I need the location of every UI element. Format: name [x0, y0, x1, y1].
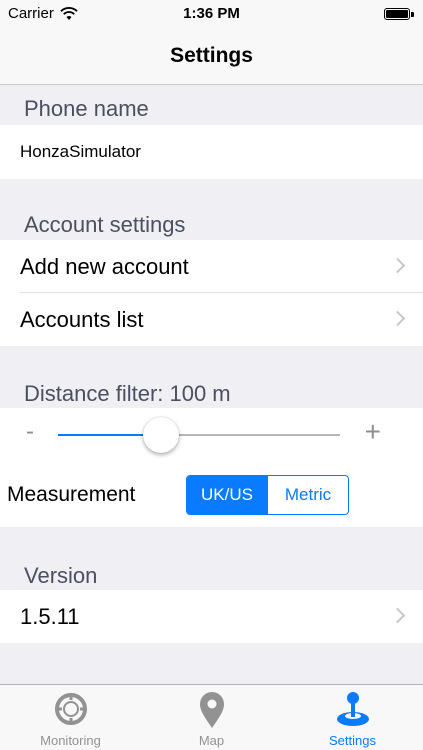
status-bar: Carrier 1:36 PM: [0, 0, 423, 28]
map-pin-icon: [197, 691, 227, 734]
page-title: Settings: [170, 44, 253, 67]
phone-name-group: HonzaSimulator: [0, 125, 423, 179]
account-settings-group: Add new account Accounts list: [0, 240, 423, 346]
crosshair-icon: [53, 691, 89, 732]
measurement-segmented-control: UK/US Metric: [186, 475, 349, 515]
version-value: 1.5.11: [20, 603, 80, 629]
account-settings-header: Account settings: [24, 212, 186, 237]
version-group: 1.5.11: [0, 590, 423, 643]
uk-us-segment[interactable]: UK/US: [187, 476, 267, 514]
distance-slider-row: - +: [0, 408, 423, 464]
measurement-row: Measurement UK/US Metric: [0, 464, 423, 527]
tab-monitoring-label: Monitoring: [40, 733, 101, 748]
chevron-right-icon: [389, 607, 406, 623]
add-new-account-row[interactable]: Add new account: [0, 240, 423, 293]
distance-filter-group: - + Measurement UK/US Metric: [0, 408, 423, 527]
tab-settings[interactable]: Settings: [282, 685, 423, 750]
chevron-right-icon: [389, 257, 406, 273]
tab-bar: Monitoring Map Settings: [0, 684, 423, 750]
navigation-bar: Settings: [0, 28, 423, 85]
joystick-icon: [335, 691, 371, 734]
slider-track-fill: [58, 434, 152, 436]
distance-filter-header: Distance filter: 100 m: [24, 381, 231, 406]
chevron-right-icon: [389, 310, 406, 326]
tab-map[interactable]: Map: [141, 685, 282, 750]
battery-nub: [411, 12, 414, 17]
add-new-account-label: Add new account: [20, 253, 189, 279]
slider-thumb[interactable]: [143, 417, 180, 453]
tab-settings-label: Settings: [329, 733, 376, 748]
tab-monitoring[interactable]: Monitoring: [0, 685, 141, 750]
settings-screen: Carrier 1:36 PM Settings Phone name Honz…: [0, 0, 423, 750]
slider-plus-label: +: [364, 416, 381, 447]
phone-name-header: Phone name: [24, 96, 149, 121]
accounts-list-label: Accounts list: [20, 306, 144, 332]
version-header: Version: [24, 563, 98, 588]
tab-map-label: Map: [198, 733, 225, 748]
slider-minus-label: -: [26, 418, 34, 445]
distance-slider[interactable]: [58, 434, 340, 436]
measurement-label: Measurement: [7, 483, 136, 506]
metric-segment[interactable]: Metric: [267, 476, 348, 514]
battery-icon: [384, 8, 410, 20]
status-time: 1:36 PM: [183, 5, 240, 22]
phone-name-field[interactable]: HonzaSimulator: [0, 125, 423, 179]
version-row[interactable]: 1.5.11: [0, 590, 423, 643]
accounts-list-row[interactable]: Accounts list: [0, 293, 423, 346]
